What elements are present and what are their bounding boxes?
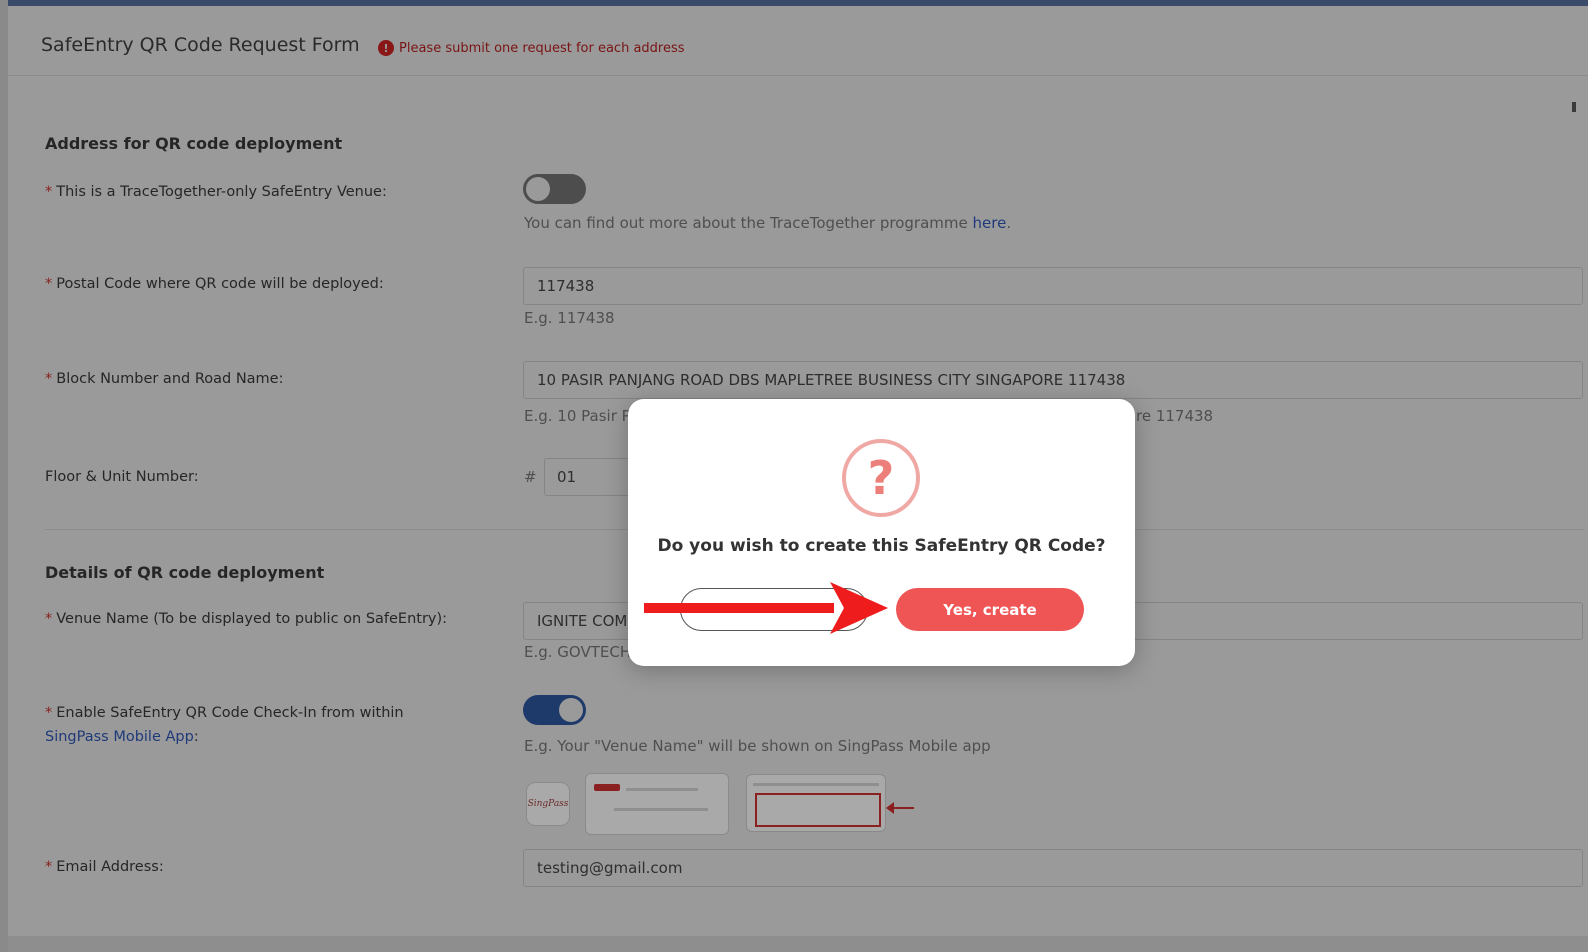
yes-create-button[interactable]: Yes, create <box>896 588 1084 631</box>
toggle-knob <box>559 698 583 722</box>
email-label: * Email Address: <box>45 859 164 875</box>
preview-row <box>614 808 708 811</box>
form-title: SafeEntry QR Code Request Form <box>41 34 360 56</box>
required-asterisk: * <box>45 276 53 292</box>
toggle-knob <box>526 177 550 201</box>
singpass-app-link[interactable]: SingPass Mobile App <box>45 729 194 745</box>
unit-hash-prefix: # <box>524 468 537 486</box>
singpass-label: * Enable SafeEntry QR Code Check-In from … <box>45 705 404 745</box>
block-road-hint: E.g. 10 Pasir Pa <box>524 407 640 425</box>
notice-text: Please submit one request for each addre… <box>399 40 685 56</box>
annotation-arrow-head <box>830 582 888 634</box>
postal-code-label: * Postal Code where QR code will be deplo… <box>45 276 384 292</box>
required-asterisk: * <box>45 859 53 875</box>
required-asterisk: * <box>45 705 53 721</box>
address-section-title: Address for QR code deployment <box>45 134 343 153</box>
question-mark-icon: ? <box>842 439 920 517</box>
required-asterisk: * <box>45 611 53 627</box>
tracetogether-label: * This is a TraceTogether-only SafeEntry … <box>45 184 387 200</box>
venue-name-hint: E.g. GOVTECH <box>524 643 632 661</box>
preview-row <box>753 783 879 786</box>
preview-highlight-box <box>755 793 881 827</box>
singpass-app-icon-preview: SingPass <box>526 782 570 826</box>
form-header: SafeEntry QR Code Request Form ! Please … <box>8 12 1588 76</box>
venue-name-label: * Venue Name (To be displayed to public o… <box>45 611 448 627</box>
email-input[interactable] <box>523 849 1583 887</box>
block-road-hint-end: re 117438 <box>1136 407 1214 425</box>
tracetogether-hint: You can find out more about the TraceTog… <box>524 214 1012 232</box>
form-notice: ! Please submit one request for each add… <box>378 40 685 56</box>
preview-badge <box>594 784 620 791</box>
preview-row <box>626 788 698 791</box>
header-edge-marker <box>1572 102 1576 112</box>
details-section-title: Details of QR code deployment <box>45 563 325 582</box>
block-road-label: * Block Number and Road Name: <box>45 371 284 387</box>
postal-code-input[interactable] <box>523 267 1583 305</box>
dialog-message: Do you wish to create this SafeEntry QR … <box>657 536 1106 556</box>
annotation-arrow-icon <box>644 582 888 634</box>
page-left-edge <box>0 0 8 952</box>
required-asterisk: * <box>45 184 53 200</box>
required-asterisk: * <box>45 371 53 387</box>
annotation-arrow-shaft <box>644 603 834 613</box>
block-road-input[interactable] <box>523 361 1583 399</box>
tracetogether-here-link[interactable]: here <box>973 214 1007 232</box>
floor-unit-label: Floor & Unit Number: <box>45 469 199 485</box>
singpass-hint: E.g. Your "Venue Name" will be shown on … <box>524 737 991 755</box>
singpass-list-preview <box>585 773 729 835</box>
postal-code-hint: E.g. 117438 <box>524 309 615 327</box>
tracetogether-toggle[interactable] <box>523 174 586 204</box>
singpass-toggle[interactable] <box>523 695 586 725</box>
preview-pointer-arrow-icon <box>886 802 914 814</box>
singpass-venue-preview <box>746 774 886 832</box>
exclamation-circle-icon: ! <box>378 40 394 56</box>
